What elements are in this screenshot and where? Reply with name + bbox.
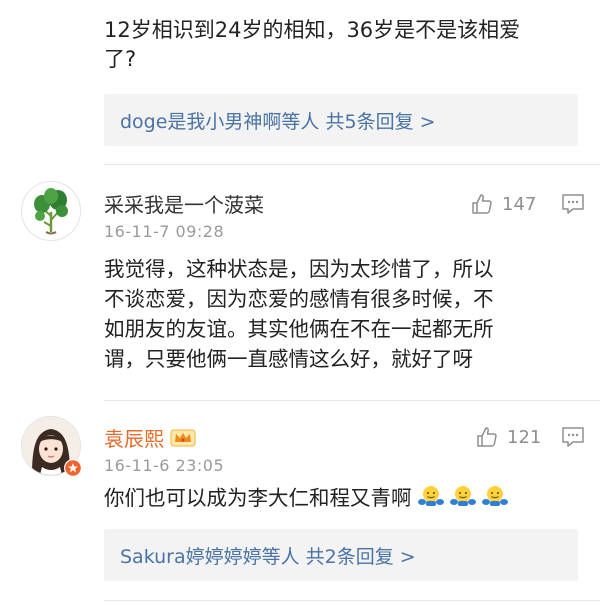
clipped-timestamp: ▁ ▁ ▁ ▁ ▁ [104, 0, 264, 3]
replies-link-label: Sakura婷婷婷婷等人 共2条回复 > [120, 545, 416, 568]
username[interactable]: 袁辰熙 [104, 423, 164, 452]
username-row: 袁辰熙 [104, 423, 196, 452]
replies-link[interactable]: Sakura婷婷婷婷等人 共2条回复 > [104, 529, 578, 581]
comment-text: 我觉得，这种状态是，因为太珍惜了，所以 不谈恋爱，因为恋爱的感情有很多时候，不 … [104, 254, 494, 374]
like-count: 121 [507, 426, 542, 448]
avatar[interactable] [21, 181, 81, 241]
verified-badge-icon [64, 459, 82, 477]
thumbs-up-icon [477, 427, 497, 447]
comment-text-line: 了? [104, 47, 137, 71]
comment-text-line: 如朋友的友谊。其实他俩在不在一起都无所 [104, 317, 494, 341]
spinach-avatar-image [22, 182, 80, 240]
comment-button[interactable] [561, 193, 585, 219]
comment-divider [104, 164, 600, 165]
thumbs-up-icon [472, 194, 492, 214]
hugging-face-emoji [481, 484, 508, 516]
comment-bubble-icon [562, 194, 584, 214]
avatar[interactable] [21, 416, 82, 477]
timestamp: 16-11-6 23:05 [104, 456, 225, 475]
crown-badge-icon[interactable] [170, 428, 196, 448]
comment-text-line: 我觉得，这种状态是，因为太珍惜了，所以 [104, 257, 494, 281]
like-button[interactable]: 121 [475, 425, 541, 449]
hugging-face-emoji [417, 484, 444, 516]
hugging-face-emoji [449, 484, 476, 516]
timestamp: 16-11-7 09:28 [104, 222, 225, 241]
username[interactable]: 采采我是一个菠菜 [104, 189, 264, 218]
replies-link-label: doge是我小男神啊等人 共5条回复 > [120, 110, 436, 133]
comment-text: 12岁相识到24岁的相知，36岁是不是该相爱 了? [104, 16, 520, 74]
comment-text-line: 谓，只要他俩一直感情这么好，就好了呀 [104, 347, 473, 371]
comment-bubble-icon [562, 427, 584, 447]
comment-text-line: 不谈恋爱，因为恋爱的感情有很多时候，不 [104, 287, 494, 311]
like-button[interactable]: 147 [470, 192, 536, 216]
comment-divider [104, 400, 600, 401]
comment-text-line: 12岁相识到24岁的相知，36岁是不是该相爱 [104, 18, 521, 42]
like-count: 147 [502, 193, 537, 215]
clipped-header: ▁ ▁ ▁ ▁ ▁ [104, 0, 264, 3]
comment-divider [104, 600, 600, 601]
comment-text: 你们也可以成为李大仁和程又青啊 [104, 484, 508, 516]
replies-link[interactable]: doge是我小男神啊等人 共5条回复 > [104, 94, 578, 146]
comment-button[interactable] [561, 426, 585, 452]
comment-text-line: 你们也可以成为李大仁和程又青啊 [104, 486, 412, 510]
